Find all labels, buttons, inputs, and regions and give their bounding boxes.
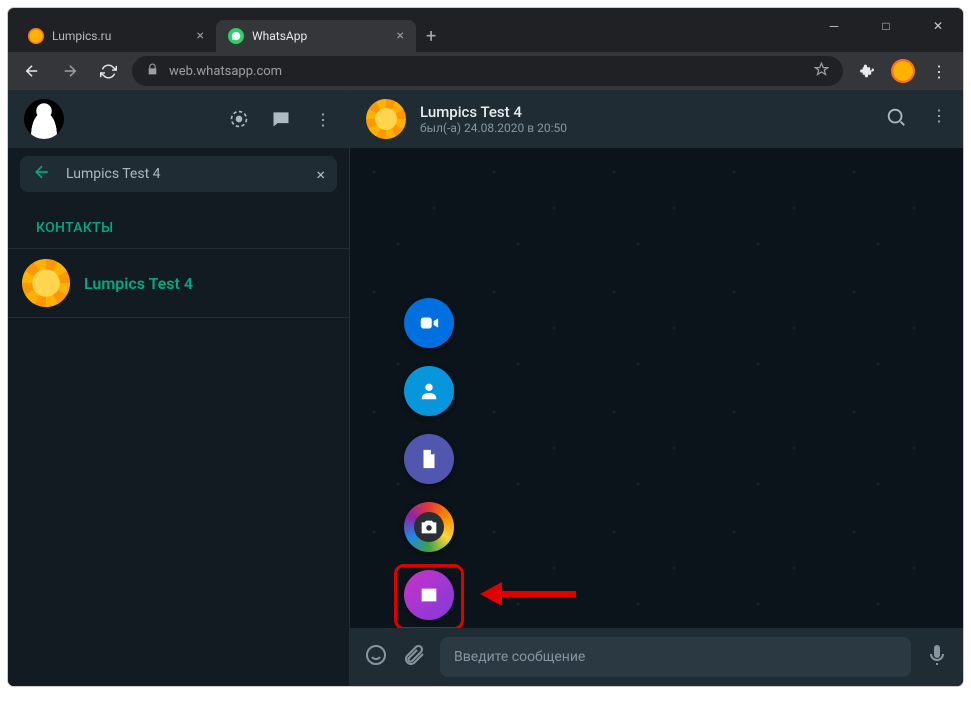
section-contacts-label: КОНТАКТЫ (8, 200, 349, 248)
chat-menu-icon[interactable]: ⋮ (931, 106, 947, 132)
new-tab-button[interactable]: + (416, 20, 446, 52)
back-arrow-icon[interactable] (32, 162, 52, 186)
star-icon[interactable] (814, 62, 829, 81)
attach-room-button[interactable] (404, 298, 454, 348)
chat-panel: Lumpics Test 4 был(-а) 24.08.2020 в 20:5… (350, 90, 963, 686)
back-button[interactable] (18, 57, 46, 85)
message-input[interactable]: Введите сообщение (440, 637, 911, 677)
extensions-button[interactable] (853, 57, 881, 85)
attach-gallery-button[interactable] (404, 570, 454, 620)
attach-camera-button[interactable] (404, 502, 454, 552)
close-icon[interactable]: × (397, 28, 404, 44)
search-icon[interactable] (885, 106, 907, 132)
forward-button[interactable] (56, 57, 84, 85)
chat-footer: Введите сообщение (350, 628, 963, 686)
message-placeholder: Введите сообщение (454, 649, 585, 665)
minimize-button[interactable]: ─ (815, 12, 853, 40)
contact-avatar (22, 259, 70, 307)
close-window-button[interactable]: ✕ (919, 12, 957, 40)
contact-item[interactable]: Lumpics Test 4 (8, 248, 349, 318)
sidebar: ⋮ Lumpics Test 4 × КОНТАКТЫ Lumpics Test… (8, 90, 350, 686)
emoji-button[interactable] (364, 643, 388, 671)
whatsapp-app: ⋮ Lumpics Test 4 × КОНТАКТЫ Lumpics Test… (8, 90, 963, 686)
address-bar[interactable]: web.whatsapp.com (132, 56, 843, 86)
mic-button[interactable] (925, 643, 949, 671)
new-chat-icon[interactable] (271, 109, 291, 129)
search-input[interactable]: Lumpics Test 4 × (20, 156, 337, 192)
attach-button[interactable] (402, 643, 426, 671)
sidebar-search: Lumpics Test 4 × (8, 148, 349, 200)
url-text: web.whatsapp.com (169, 64, 282, 79)
sidebar-header: ⋮ (8, 90, 349, 148)
chat-title: Lumpics Test 4 (420, 103, 567, 121)
browser-window: Lumpics.ru × WhatsApp × + ─ □ ✕ (8, 8, 963, 686)
tab-whatsapp[interactable]: WhatsApp × (216, 20, 416, 52)
close-icon[interactable]: × (197, 28, 204, 44)
attach-document-button[interactable] (404, 434, 454, 484)
chat-header[interactable]: Lumpics Test 4 был(-а) 24.08.2020 в 20:5… (350, 90, 963, 148)
profile-avatar[interactable] (891, 59, 915, 83)
search-value: Lumpics Test 4 (66, 166, 161, 182)
reload-button[interactable] (94, 57, 122, 85)
menu-icon[interactable]: ⋮ (313, 109, 333, 129)
my-avatar[interactable] (24, 99, 64, 139)
tab-label: Lumpics.ru (52, 29, 111, 43)
maximize-button[interactable]: □ (867, 12, 905, 40)
whatsapp-favicon (228, 28, 244, 44)
attach-contact-button[interactable] (404, 366, 454, 416)
chat-subtitle: был(-а) 24.08.2020 в 20:50 (420, 121, 567, 135)
tab-strip: Lumpics.ru × WhatsApp × + ─ □ ✕ (8, 16, 963, 52)
chat-body (350, 148, 963, 628)
browser-toolbar: web.whatsapp.com ⋮ (8, 52, 963, 90)
clear-icon[interactable]: × (316, 165, 325, 184)
lumpics-favicon (28, 28, 44, 44)
chat-avatar[interactable] (366, 99, 406, 139)
attachment-menu (404, 298, 454, 620)
status-icon[interactable] (229, 109, 249, 129)
tab-label: WhatsApp (252, 29, 307, 43)
tab-lumpics[interactable]: Lumpics.ru × (16, 20, 216, 52)
lock-icon (146, 63, 159, 80)
contact-name: Lumpics Test 4 (84, 274, 193, 293)
menu-button[interactable]: ⋮ (925, 57, 953, 85)
